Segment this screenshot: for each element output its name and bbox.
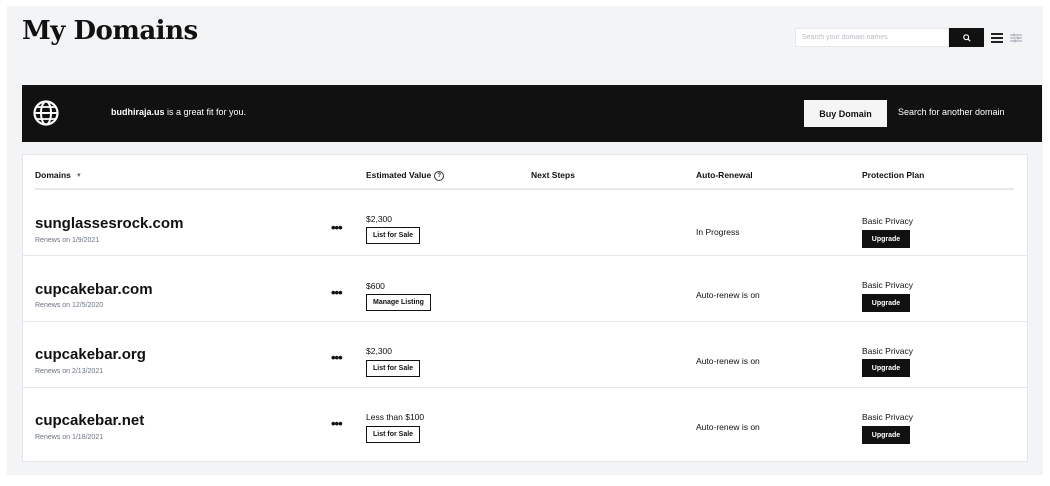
list-view-icon[interactable] bbox=[991, 32, 1003, 43]
protection-plan: Basic Privacy bbox=[862, 412, 914, 422]
search-another-domain-link[interactable]: Search for another domain bbox=[898, 107, 1005, 117]
estimated-value: $2,300 bbox=[366, 346, 392, 356]
domain-name[interactable]: cupcakebar.net bbox=[35, 412, 144, 429]
suggestion-text: budhiraja.us is a great fit for you. bbox=[111, 107, 246, 117]
domain-suggestion-banner: budhiraja.us is a great fit for you. Buy… bbox=[22, 85, 1042, 142]
more-horizontal-icon[interactable]: ••• bbox=[331, 416, 343, 431]
upgrade-button[interactable]: Upgrade bbox=[862, 294, 910, 312]
page-title: My Domains bbox=[22, 16, 198, 46]
auto-renewal-status: Auto-renew is on bbox=[696, 356, 760, 366]
buy-domain-button[interactable]: Buy Domain bbox=[804, 100, 887, 127]
renewal-date: Renews on 1/18/2021 bbox=[35, 434, 104, 441]
page-background: My Domains Search your domain names budh… bbox=[7, 6, 1043, 475]
protection-plan: Basic Privacy bbox=[862, 280, 914, 290]
table-header: Domains ▼ Estimated Value? Next Steps Aut… bbox=[23, 155, 1027, 190]
search-input[interactable] bbox=[795, 28, 949, 47]
column-header-domains[interactable]: Domains ▼ bbox=[35, 170, 82, 180]
estimated-value: $600 bbox=[366, 281, 385, 291]
auto-renewal-status: In Progress bbox=[696, 227, 740, 237]
table-row: sunglassesrock.com Renews on 1/9/2021 ••… bbox=[23, 190, 1027, 256]
table-row: cupcakebar.org Renews on 2/13/2021 ••• $… bbox=[23, 322, 1027, 388]
more-horizontal-icon[interactable]: ••• bbox=[331, 285, 343, 300]
domain-name[interactable]: cupcakebar.com bbox=[35, 281, 153, 298]
estimated-value: $2,300 bbox=[366, 214, 392, 224]
protection-plan: Basic Privacy bbox=[862, 346, 914, 356]
table-row: cupcakebar.com Renews on 12/5/2020 ••• $… bbox=[23, 256, 1027, 322]
sliders-icon[interactable] bbox=[1010, 33, 1022, 43]
domain-name[interactable]: sunglassesrock.com bbox=[35, 215, 183, 232]
renewal-date: Renews on 1/9/2021 bbox=[35, 237, 100, 244]
list-for-sale-button[interactable]: List for Sale bbox=[366, 426, 421, 443]
domain-search bbox=[795, 28, 1022, 47]
column-header-protection-plan: Protection Plan bbox=[862, 170, 925, 180]
estimated-value: Less than $100 bbox=[366, 412, 425, 422]
list-for-sale-button[interactable]: List for Sale bbox=[366, 360, 421, 377]
more-horizontal-icon[interactable]: ••• bbox=[331, 350, 343, 365]
upgrade-button[interactable]: Upgrade bbox=[862, 230, 910, 248]
renewal-date: Renews on 12/5/2020 bbox=[35, 302, 104, 309]
protection-plan: Basic Privacy bbox=[862, 216, 914, 226]
suggestion-message: is a great fit for you. bbox=[164, 107, 247, 117]
manage-listing-button[interactable]: Manage Listing bbox=[366, 294, 431, 311]
globe-icon bbox=[33, 100, 59, 126]
table-row: cupcakebar.net Renews on 1/18/2021 ••• L… bbox=[23, 388, 1027, 453]
column-header-label: Domains bbox=[35, 170, 71, 180]
upgrade-button[interactable]: Upgrade bbox=[862, 359, 910, 377]
auto-renewal-status: Auto-renew is on bbox=[696, 290, 760, 300]
search-icon bbox=[962, 33, 971, 42]
chevron-down-icon[interactable]: ▼ bbox=[76, 173, 82, 179]
search-button[interactable] bbox=[949, 28, 984, 47]
column-header-next-steps: Next Steps bbox=[531, 170, 575, 180]
domain-name[interactable]: cupcakebar.org bbox=[35, 346, 146, 363]
domains-table: Domains ▼ Estimated Value? Next Steps Aut… bbox=[22, 154, 1028, 462]
column-header-label: Estimated Value bbox=[366, 170, 432, 180]
column-header-estimated-value: Estimated Value? bbox=[366, 170, 445, 181]
auto-renewal-status: Auto-renew is on bbox=[696, 422, 760, 432]
suggested-domain: budhiraja.us bbox=[111, 107, 165, 117]
list-for-sale-button[interactable]: List for Sale bbox=[366, 227, 421, 244]
upgrade-button[interactable]: Upgrade bbox=[862, 426, 910, 444]
more-horizontal-icon[interactable]: ••• bbox=[331, 220, 343, 235]
renewal-date: Renews on 2/13/2021 bbox=[35, 368, 104, 375]
info-icon[interactable]: ? bbox=[434, 170, 445, 181]
column-header-auto-renewal: Auto-Renewal bbox=[696, 170, 753, 180]
